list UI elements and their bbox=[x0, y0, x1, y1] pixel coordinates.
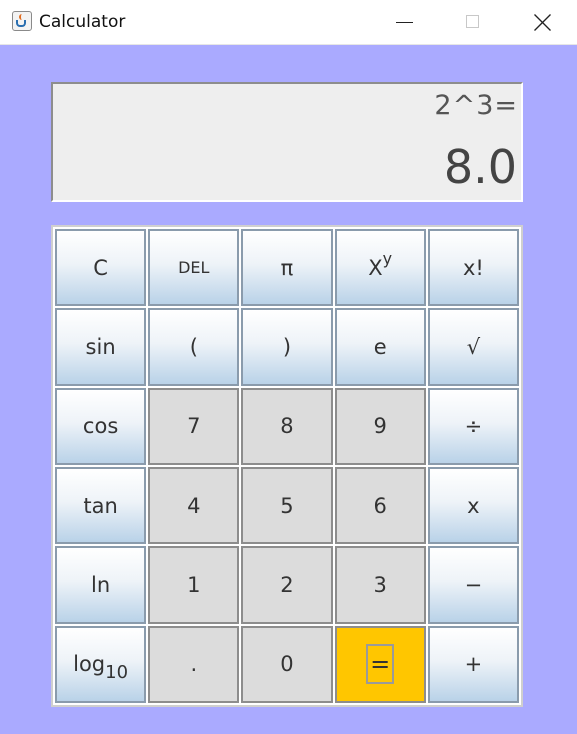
euler-button[interactable]: e bbox=[334, 308, 426, 386]
close-paren-button[interactable]: ) bbox=[241, 308, 333, 386]
minus-button[interactable]: − bbox=[427, 546, 519, 624]
minimize-button[interactable] bbox=[370, 0, 438, 44]
dot-button[interactable]: . bbox=[148, 625, 240, 703]
java-cup-icon bbox=[12, 11, 32, 31]
cos-button[interactable]: cos bbox=[55, 387, 147, 465]
two-button[interactable]: 2 bbox=[241, 546, 333, 624]
tan-button[interactable]: tan bbox=[55, 467, 147, 545]
title-bar: Calculator bbox=[0, 0, 577, 45]
five-button[interactable]: 5 bbox=[241, 467, 333, 545]
result-text: 8.0 bbox=[443, 140, 517, 194]
one-button[interactable]: 1 bbox=[148, 546, 240, 624]
equals-label: = bbox=[366, 644, 395, 685]
nine-button[interactable]: 9 bbox=[334, 387, 426, 465]
maximize-icon bbox=[466, 15, 479, 28]
sin-button[interactable]: sin bbox=[55, 308, 147, 386]
power-base-label: X bbox=[368, 255, 383, 280]
window-title: Calculator bbox=[39, 12, 126, 32]
log-subscript-label: 10 bbox=[105, 661, 129, 683]
six-button[interactable]: 6 bbox=[334, 467, 426, 545]
delete-button[interactable]: DEL bbox=[148, 229, 240, 307]
log-label: log bbox=[73, 652, 106, 677]
power-button[interactable]: Xy bbox=[334, 229, 426, 307]
power-exponent-label: y bbox=[382, 249, 393, 269]
zero-button[interactable]: 0 bbox=[241, 625, 333, 703]
sqrt-button[interactable]: √ bbox=[427, 308, 519, 386]
three-button[interactable]: 3 bbox=[334, 546, 426, 624]
minimize-icon bbox=[396, 22, 413, 23]
pi-button[interactable]: π bbox=[241, 229, 333, 307]
close-button[interactable] bbox=[508, 0, 576, 44]
open-paren-button[interactable]: ( bbox=[148, 308, 240, 386]
divide-button[interactable]: ÷ bbox=[427, 387, 519, 465]
expression-text: 2^3= bbox=[434, 90, 518, 121]
calculator-display: 2^3= 8.0 bbox=[51, 82, 523, 202]
maximize-button[interactable] bbox=[438, 0, 506, 44]
multiply-button[interactable]: x bbox=[427, 467, 519, 545]
log10-button[interactable]: log 10 bbox=[55, 625, 147, 703]
seven-button[interactable]: 7 bbox=[148, 387, 240, 465]
ln-button[interactable]: ln bbox=[55, 546, 147, 624]
keypad: C DEL π Xy x! sin ( ) e √ cos 7 8 9 ÷ ta… bbox=[51, 225, 523, 707]
clear-button[interactable]: C bbox=[55, 229, 147, 307]
four-button[interactable]: 4 bbox=[148, 467, 240, 545]
factorial-button[interactable]: x! bbox=[427, 229, 519, 307]
close-icon bbox=[534, 14, 551, 31]
equals-button[interactable]: = bbox=[334, 625, 426, 703]
plus-button[interactable]: + bbox=[427, 625, 519, 703]
eight-button[interactable]: 8 bbox=[241, 387, 333, 465]
